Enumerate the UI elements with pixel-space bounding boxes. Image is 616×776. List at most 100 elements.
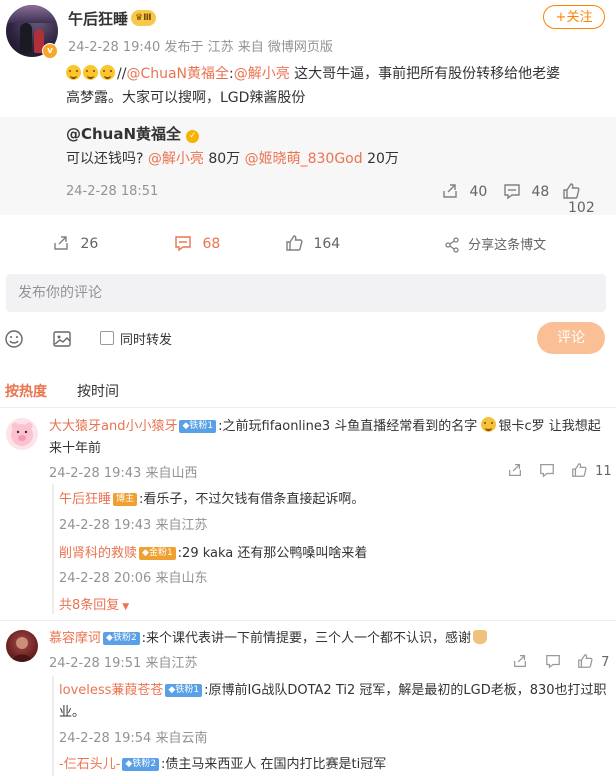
sort-by-time-tab[interactable]: 按时间 — [77, 381, 119, 401]
user-level-badge: ♛Ⅲ — [131, 10, 156, 26]
repost-comment-button[interactable]: 48 — [503, 182, 549, 200]
mention-link[interactable]: @ChuaN黄福全 — [126, 66, 229, 82]
also-repost-label: 同时转发 — [120, 333, 173, 348]
fan-level-text: 铁粉2 — [132, 759, 157, 769]
comment-input[interactable]: 发布你的评论 — [6, 274, 606, 312]
like-button[interactable]: 164 — [285, 234, 340, 252]
replier-name[interactable]: -仨石头儿- — [59, 757, 120, 772]
reply-text: :看乐子，不过欠钱有借条直接起诉啊。 — [139, 492, 365, 507]
comment-text: :之前玩fifaonline3 斗鱼直播经常看到的名字 — [218, 419, 478, 434]
divider — [0, 407, 616, 408]
also-repost-checkbox[interactable] — [100, 331, 114, 345]
more-replies-label: 共8条回复 — [59, 598, 120, 613]
comment-body: 大大猿牙and小小猿牙 ◆铁粉1:之前玩fifaonline3 斗鱼直播经常看到的… — [49, 416, 609, 460]
fan-level-badge: ◆铁粉1 — [165, 684, 203, 697]
repost-text-part: 可以还钱吗? — [66, 151, 148, 167]
image-upload-button[interactable] — [52, 329, 72, 353]
repost-repost-button[interactable]: 40 — [441, 182, 487, 200]
mention-link[interactable]: @解小亮 — [234, 66, 290, 82]
reply-body: 午后狂睡 博主:看乐子，不过欠钱有借条直接起诉啊。 — [59, 488, 364, 507]
follow-button[interactable]: +关注 — [543, 5, 605, 29]
post-text: //@ChuaN黄福全:@解小亮 这大哥牛逼，事前把所有股份转移给他老婆 高梦露… — [66, 62, 606, 110]
mention-link[interactable]: @解小亮 — [148, 151, 204, 167]
replier-name[interactable]: 削肾科的救赎 — [59, 546, 137, 561]
comment-count: 68 — [202, 236, 221, 252]
like-icon — [563, 183, 580, 199]
like-icon — [572, 463, 587, 477]
reply-body: loveless蒹葭苍苍 ◆铁粉1:原博前IG战队DOTA2 Ti2 冠军，解是最… — [59, 680, 607, 724]
commenter-avatar[interactable] — [6, 630, 38, 662]
divider — [0, 620, 616, 621]
repost-count: 40 — [469, 184, 488, 200]
like-count: 7 — [601, 655, 610, 670]
reply-meta: 24-2-28 19:43 来自江苏 — [59, 518, 208, 533]
chevron-down-icon: ▼ — [122, 602, 130, 612]
comment-repost-button[interactable] — [507, 462, 523, 482]
comment-text: 来十年前 — [49, 441, 102, 456]
post-text-line: 这大哥牛逼，事前把所有股份转移给他老婆 — [289, 66, 561, 82]
comment-meta: 24-2-28 19:51 来自江苏 — [49, 656, 198, 671]
post-meta: 24-2-28 19:40 发布于 江苏 来自 微博网页版 — [68, 40, 333, 55]
comment-like-button[interactable]: 7 — [577, 653, 609, 670]
reply-thread-line — [52, 676, 54, 776]
laugh-emoji-icon — [481, 417, 497, 432]
emoji-picker-button[interactable] — [4, 329, 24, 353]
like-count: 102 — [568, 200, 595, 216]
repost-text: 可以还钱吗? @解小亮 80万 @姬晓萌_830God 20万 — [66, 148, 399, 168]
repost-icon — [509, 464, 521, 476]
image-icon — [53, 331, 71, 347]
repost-button[interactable]: 26 — [52, 234, 98, 252]
commenter-avatar[interactable] — [6, 418, 38, 450]
fan-level-text: 铁粉1 — [175, 685, 200, 695]
smile-emoji-icon — [66, 65, 81, 80]
comment-text: 银卡c罗 让我想起 — [498, 419, 601, 434]
comment-like-button[interactable]: 11 — [571, 462, 612, 479]
replier-name[interactable]: 午后狂睡 — [59, 492, 111, 507]
comment-repost-button[interactable] — [512, 653, 528, 673]
like-count: 11 — [595, 464, 612, 479]
comment-reply-button[interactable] — [545, 653, 561, 673]
portrait-avatar-icon — [12, 637, 32, 662]
comment-icon — [546, 655, 560, 669]
comment-icon — [540, 464, 554, 478]
fan-level-text: 金粉1 — [148, 548, 173, 558]
comment-icon — [504, 184, 520, 200]
emoji-icon — [5, 330, 23, 348]
reply-body: 削肾科的救赎 ◆金粉1:29 kaka 还有那公鸭嗓叫啥来着 — [59, 542, 367, 561]
fan-level-badge: ◆铁粉2 — [122, 758, 160, 771]
repost-author[interactable]: @ChuaN黄福全 ✓ — [66, 123, 200, 144]
comment-text: :来个课代表讲一下前情提要，三个人一个都不认识，感谢 — [141, 631, 472, 646]
mention-link[interactable]: @姬晓萌_830God — [245, 151, 363, 167]
repost-author-name[interactable]: @ChuaN黄福全 — [66, 125, 181, 143]
reply-text: :29 kaka 还有那公鸭嗓叫啥来着 — [177, 546, 368, 561]
reply-text: 业。 — [59, 705, 86, 720]
comment-reply-button[interactable] — [539, 462, 555, 482]
verified-icon: ✓ — [186, 130, 200, 143]
commenter-name[interactable]: 慕容摩诃 — [49, 631, 101, 646]
commenter-name[interactable]: 大大猿牙and小小猿牙 — [49, 419, 177, 434]
post-text-line: 高梦露。大家可以搜啊，LGD辣酱股份 — [66, 90, 306, 106]
more-replies-link[interactable]: 共8条回复 ▼ — [59, 594, 129, 613]
author-badge: 博主 — [113, 493, 138, 506]
pray-emoji-icon — [473, 630, 488, 644]
repost-like-button[interactable]: 102 — [562, 182, 616, 216]
submit-comment-button[interactable]: 评论 — [537, 322, 605, 354]
share-button[interactable]: 分享这条博文 — [444, 234, 546, 253]
author-name[interactable]: 午后狂睡 — [68, 8, 128, 29]
sort-by-hot-tab[interactable]: 按热度 — [5, 381, 47, 401]
comment-button[interactable]: 68 — [174, 234, 220, 252]
smile-emoji-icon — [100, 65, 115, 80]
repost-time: 24-2-28 18:51 — [66, 184, 159, 199]
comment-body: 慕容摩诃 ◆铁粉2:来个课代表讲一下前情提要，三个人一个都不认识，感谢 — [49, 628, 609, 650]
comment-count: 48 — [531, 184, 550, 200]
repost-count: 26 — [80, 236, 99, 252]
repost-text-part: 80万 — [203, 151, 245, 167]
level-text: Ⅲ — [143, 13, 152, 23]
repost-icon — [514, 655, 526, 667]
share-icon — [445, 237, 459, 253]
comment-icon — [175, 236, 191, 252]
like-icon — [578, 654, 593, 668]
repost-icon — [443, 184, 457, 198]
replier-name[interactable]: loveless蒹葭苍苍 — [59, 683, 163, 698]
fan-level-badge: ◆铁粉1 — [179, 420, 217, 433]
